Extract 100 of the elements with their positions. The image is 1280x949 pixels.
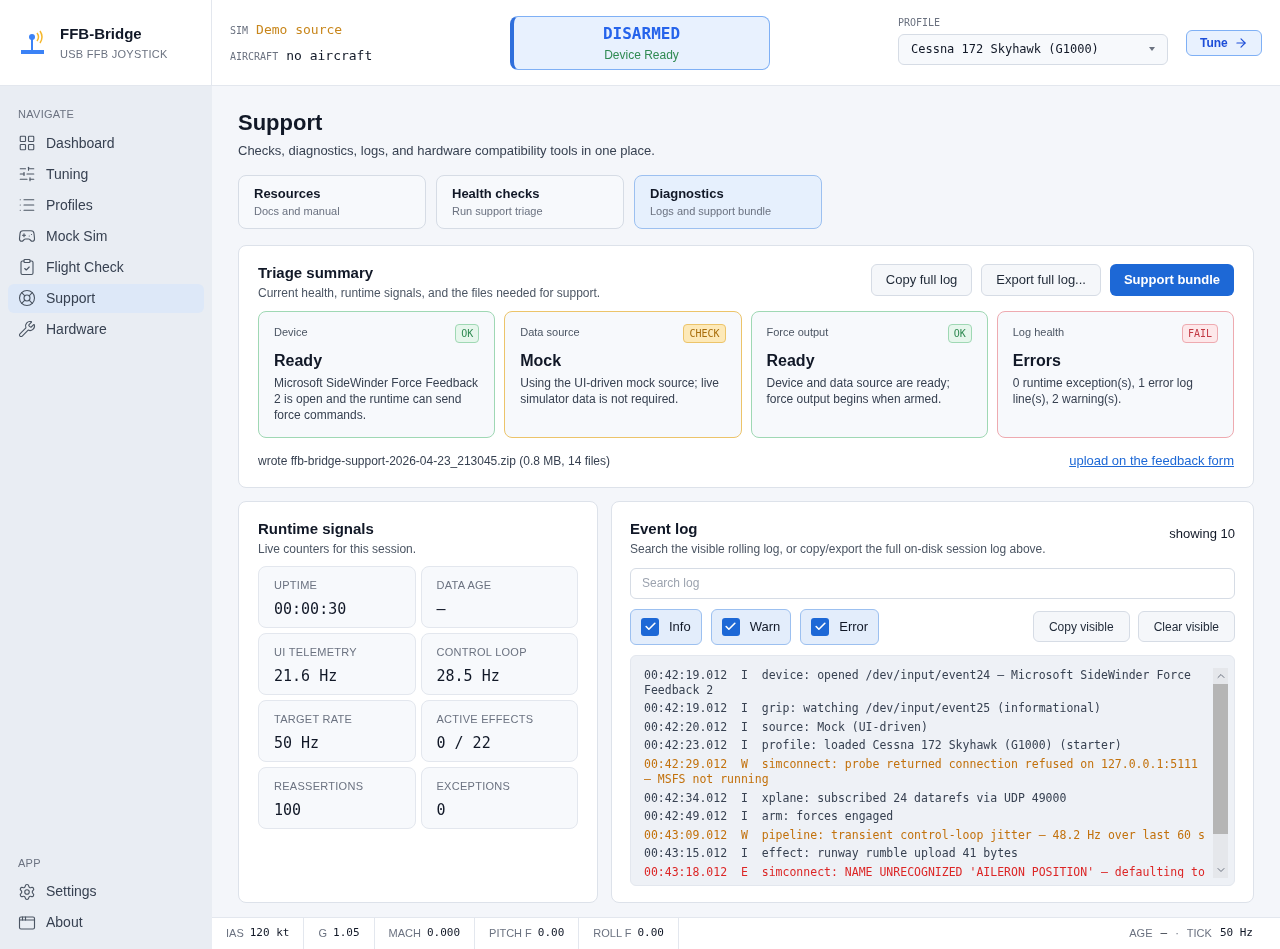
tune-button[interactable]: Tune [1186,29,1262,56]
metric-label: EXCEPTIONS [436,779,512,794]
card-subtitle: Current health, runtime signals, and the files needed for support. [258,285,601,302]
sidebar-item[interactable]: Hardware [8,314,204,344]
tab[interactable]: Diagnostics Logs and support bundle [634,174,822,229]
metric-value: 0 / 22 [436,732,492,754]
lifebuoy-icon [18,289,36,307]
status-label: Data source [520,325,580,340]
clipboard-check-icon [18,258,36,276]
metric-value: 0 [436,799,447,821]
filter-toggle[interactable]: Info [630,608,702,645]
sidebar-item[interactable]: Settings [8,877,204,906]
gamepad-icon [18,227,36,245]
status-detail: Microsoft SideWinder Force Feedback 2 is open and the runtime can send force commands. [274,375,480,423]
log-action-button[interactable]: Copy visible [1032,611,1130,643]
log-line: 00:42:19.012 I grip: watching /dev/input/event25 (informational) [644,701,1102,717]
sliders-icon [18,165,36,183]
page-title: Support [238,109,324,137]
sim-label: SIM [230,24,249,38]
search-field[interactable]: Search log [630,568,1235,599]
sidebar-item[interactable]: Profiles [8,190,204,220]
settings-icon [18,882,36,901]
status-value: 0.000 [426,925,461,942]
action-button[interactable]: Export full log... [981,263,1101,296]
metric-value: 00:00:30 [274,598,348,620]
dashboard-icon [18,134,36,152]
sidebar-item[interactable]: Tuning [8,159,204,189]
status-badge: OK [455,324,480,343]
status-badge: FAIL [1181,324,1218,343]
status-detail: Using the UI-driven mock source; live simulator data is not required. [520,375,720,407]
metric-value: 50 Hz [274,732,321,754]
status-value: 1.05 [333,925,360,942]
sidebar-item[interactable]: Support [8,283,204,313]
metric-label: TARGET RATE [274,712,354,727]
aircraft-label: AIRCRAFT [230,49,279,64]
tab[interactable]: Resources Docs and manual [238,174,426,229]
page-subtitle: Checks, diagnostics, logs, and hardware compatibility tools in one place. [238,142,656,160]
tab[interactable]: Health checks Run support triage [436,174,624,229]
status-label: G [318,926,328,942]
log-line: 00:42:49.012 I arm: forces engaged [644,809,895,825]
status-value: Ready [766,351,816,371]
action-button[interactable]: Copy full log [870,263,973,296]
card-subtitle: Live counters for this session. [258,541,418,558]
card-subtitle: Search the visible rolling log, or copy/export the full on-disk session log above. [630,541,1046,558]
arm-state: DISARMED [602,22,681,45]
status-detail: Device and data source are ready; force output begins when armed. [766,375,951,407]
filter-toggle[interactable]: Warn [710,608,792,645]
sidebar-item[interactable]: Flight Check [8,252,204,282]
status-value: Errors [1012,351,1062,371]
status-label: Log health [1012,325,1065,340]
log-line: 00:42:23.012 I profile: loaded Cessna 172 Skyhawk (G1000) (starter) [644,738,1123,754]
status-label: Device [274,325,308,340]
status-separator: · [1175,926,1179,942]
joystick-logo-icon [20,29,46,56]
log-line: 00:43:09.012 W pipeline: transient control-loop jitter — 48.2 Hz over last 60 s [644,827,1206,843]
metric-label: DATA AGE [436,578,493,593]
metric-value: — [436,598,447,620]
scrollbar-thumb[interactable] [1213,683,1228,834]
list-icon [18,196,36,214]
card-title: Triage summary [258,262,375,283]
sidebar-section-title: NAVIGATE [17,107,76,122]
bundle-result-text: wrote ffb-bridge-support-2026-04-23_213045.zip (0.8 MB, 14 files) [258,452,610,470]
status-label: TICK [1186,926,1212,942]
aircraft-value: no aircraft [286,46,373,65]
brand-name: FFB-Bridge [60,24,143,44]
status-value: 0.00 [537,925,565,942]
status-value: Ready [274,351,324,371]
status-value: — [1160,925,1168,942]
status-badge: CHECK [683,324,726,343]
sidebar-item[interactable]: About [8,908,204,937]
log-line: 00:43:18.012 E simconnect: NAME_UNRECOGNIZED 'AILERON_POSITION' — defaulting to [644,864,1206,878]
dropdown-caret-icon [1149,47,1155,51]
status-value: Mock [520,351,563,371]
card-title: Event log [630,518,699,539]
profile-select[interactable]: Cessna 172 Skyhawk (G1000) [898,33,1168,65]
log-line: 00:42:20.012 I source: Mock (UI-driven) [644,719,929,735]
log-line: 00:43:15.012 I effect: runway rumble upload 41 bytes [644,846,1019,862]
wrench-icon [18,320,36,338]
status-badge: OK [947,324,972,343]
status-value: 120 kt [249,925,290,942]
metric-value: 28.5 Hz [436,665,501,687]
sidebar-item[interactable]: Mock Sim [8,221,204,251]
log-line: 00:42:29.012 W simconnect: probe returned connection refused on 127.0.0.1:5111 — MSFS not running [644,756,1199,787]
sidebar-section-title: APP [17,855,42,871]
status-label: AGE [1129,926,1153,942]
metric-label: UI TELEMETRY [274,645,358,660]
profile-label: PROFILE [898,15,942,30]
action-button[interactable]: Support bundle [1109,263,1234,296]
feedback-link[interactable]: upload on the feedback form [1069,451,1234,471]
log-line: 00:42:34.012 I xplane: subscribed 24 datarefs via UDP 49000 [644,790,1068,806]
filter-toggle[interactable]: Error [800,608,880,645]
metric-label: CONTROL LOOP [436,645,528,660]
sidebar-item[interactable]: Dashboard [8,128,204,158]
metric-value: 21.6 Hz [274,665,339,687]
status-label: PITCH F [489,926,532,942]
log-action-button[interactable]: Clear visible [1137,611,1235,643]
card-title: Runtime signals [258,518,375,539]
metric-label: UPTIME [274,578,319,593]
arm-detail: Device Ready [604,46,679,64]
status-value: 50 Hz [1219,925,1253,942]
